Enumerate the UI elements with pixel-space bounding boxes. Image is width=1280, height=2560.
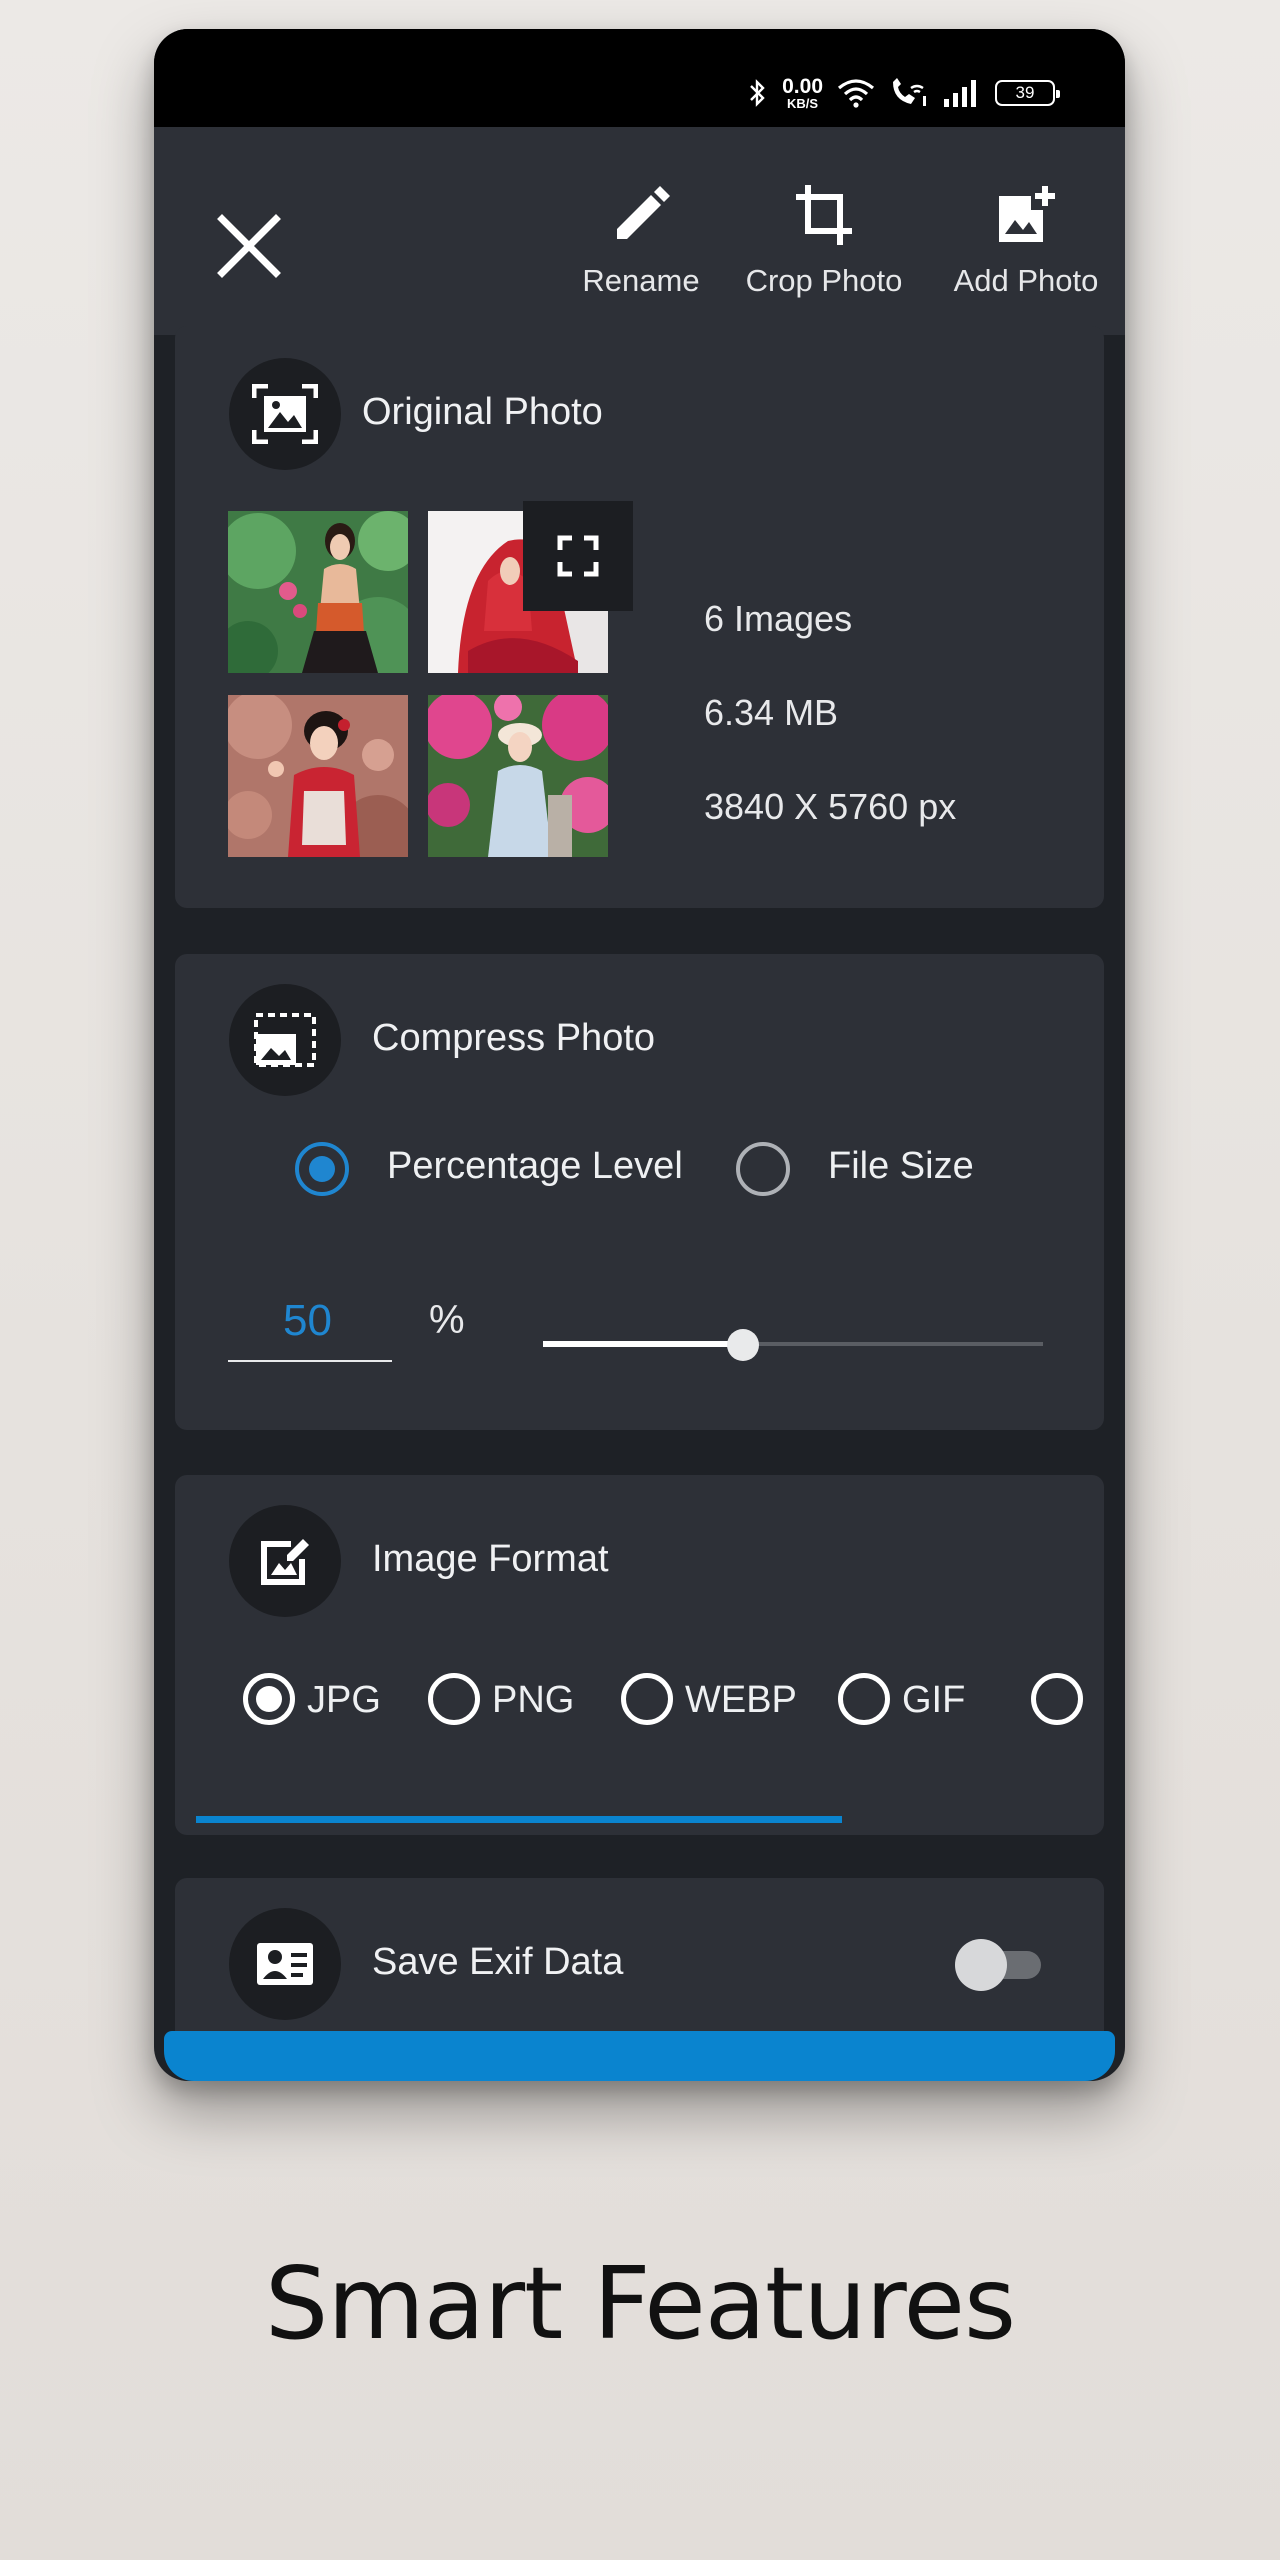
pencil-icon bbox=[617, 186, 670, 239]
fullscreen-icon bbox=[557, 535, 599, 577]
signal-icon bbox=[944, 80, 976, 107]
slider-thumb[interactable] bbox=[727, 1329, 759, 1361]
format-options-scroller[interactable]: JPG PNG WEBP GIF bbox=[197, 1655, 1083, 1745]
crop-photo-label: Crop Photo bbox=[745, 263, 903, 298]
webp-label: WEBP bbox=[685, 1679, 797, 1721]
net-speed-unit: KB/S bbox=[787, 96, 819, 111]
jpg-label: JPG bbox=[307, 1679, 381, 1721]
wifi-icon bbox=[837, 79, 875, 108]
photo-frame-icon bbox=[252, 384, 318, 444]
compress-photo-title: Compress Photo bbox=[372, 1017, 656, 1059]
bluetooth-icon bbox=[750, 79, 765, 107]
file-size: 6.34 MB bbox=[704, 692, 839, 733]
image-format-icon-circle bbox=[229, 1505, 341, 1617]
image-format-title: Image Format bbox=[372, 1538, 609, 1580]
top-toolbar: Rename Crop Photo Add Photo bbox=[154, 127, 1125, 335]
png-radio[interactable] bbox=[428, 1673, 480, 1725]
phone-frame: 0.00 KB/S 39 Rename Crop Photo Add Photo… bbox=[154, 29, 1125, 2081]
save-exif-title: Save Exif Data bbox=[372, 1941, 624, 1983]
add-photo-icon bbox=[999, 186, 1055, 242]
add-photo-label: Add Photo bbox=[953, 263, 1099, 298]
rename-label: Rename bbox=[582, 263, 700, 298]
save-exif-toggle[interactable] bbox=[955, 1938, 1045, 1991]
compress-photo-icon bbox=[254, 1013, 316, 1067]
image-dimensions: 3840 X 5760 px bbox=[704, 786, 957, 827]
photo-thumbnail[interactable] bbox=[228, 511, 408, 673]
exif-data-icon bbox=[257, 1943, 313, 1985]
tagline: Smart Features bbox=[264, 2245, 1016, 2362]
status-icons: 0.00 KB/S 39 bbox=[748, 73, 1060, 113]
toggle-knob bbox=[955, 1939, 1007, 1991]
file-size-label: File Size bbox=[828, 1145, 974, 1187]
format-scroll-indicator bbox=[196, 1816, 842, 1823]
battery-level: 39 bbox=[1015, 83, 1035, 102]
photo-thumbnail[interactable] bbox=[428, 695, 608, 857]
net-speed: 0.00 KB/S bbox=[782, 76, 823, 110]
gif-radio[interactable] bbox=[838, 1673, 890, 1725]
original-photo-title: Original Photo bbox=[362, 391, 603, 433]
original-photo-card: Original Photo 6 Images 6.34 MB 3840 X 5… bbox=[175, 326, 1104, 908]
exif-icon-circle bbox=[229, 1908, 341, 2020]
battery-icon: 39 bbox=[995, 80, 1060, 106]
compress-value: 50 bbox=[283, 1296, 332, 1345]
png-label: PNG bbox=[492, 1679, 575, 1721]
original-photo-icon-circle bbox=[229, 358, 341, 470]
webp-radio[interactable] bbox=[621, 1673, 673, 1725]
primary-action-button[interactable] bbox=[164, 2031, 1115, 2081]
percentage-level-radio[interactable] bbox=[295, 1142, 349, 1196]
edit-image-icon bbox=[261, 1539, 309, 1585]
gif-label: GIF bbox=[902, 1679, 966, 1721]
file-size-radio[interactable] bbox=[736, 1142, 790, 1196]
compress-slider[interactable] bbox=[543, 1329, 1043, 1361]
image-count: 6 Images bbox=[704, 598, 853, 639]
slider-fill bbox=[543, 1341, 743, 1347]
close-icon[interactable] bbox=[212, 209, 286, 283]
status-bar: 0.00 KB/S 39 bbox=[154, 29, 1125, 127]
compress-icon-circle bbox=[229, 984, 341, 1096]
wifi-calling-icon bbox=[893, 78, 926, 106]
compress-photo-card: Compress Photo Percentage Level File Siz… bbox=[175, 954, 1104, 1430]
percent-unit: % bbox=[429, 1298, 465, 1342]
net-speed-value: 0.00 bbox=[782, 75, 823, 98]
photo-thumbnail[interactable] bbox=[228, 695, 408, 857]
expand-preview-button[interactable] bbox=[523, 501, 633, 611]
more-format-radio[interactable] bbox=[1031, 1673, 1083, 1725]
crop-icon bbox=[796, 185, 852, 245]
crop-photo-button[interactable]: Crop Photo bbox=[724, 177, 924, 299]
percentage-level-label: Percentage Level bbox=[387, 1145, 683, 1187]
jpg-radio[interactable] bbox=[243, 1673, 295, 1725]
image-format-card: Image Format JPG PNG WEBP GIF bbox=[175, 1475, 1104, 1835]
rename-button[interactable]: Rename bbox=[561, 177, 721, 299]
add-photo-button[interactable]: Add Photo bbox=[926, 177, 1125, 299]
